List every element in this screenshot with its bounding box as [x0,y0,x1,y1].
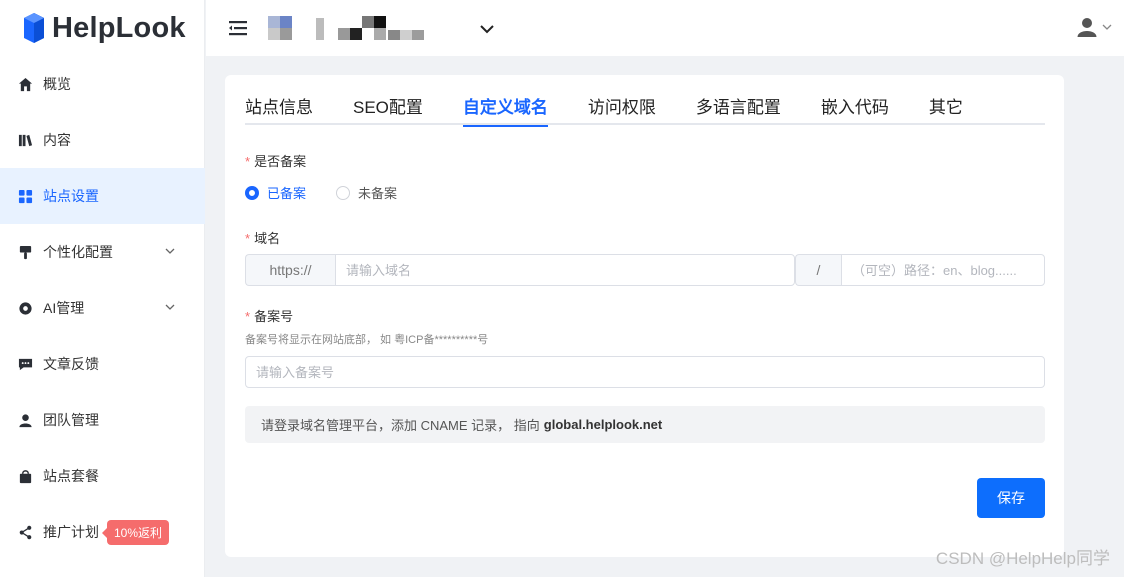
user-avatar-icon [1077,18,1097,37]
required-mark: * [245,154,251,169]
sidebar-item-label: 站点套餐 [43,468,99,484]
filing-label: * 是否备案 [245,154,307,169]
chevron-down-icon [1102,24,1112,30]
tab-site-info[interactable]: 站点信息 [245,75,313,125]
ai-icon [17,300,33,316]
sidebar-item-label: 文章反馈 [43,356,99,372]
user-icon [17,412,33,428]
protocol-prefix: https:// [245,254,335,286]
sidebar-item-label: AI管理 [43,300,85,316]
user-menu[interactable] [1076,16,1112,38]
settings-card: 站点信息 SEO配置 自定义域名 访问权限 多语言配置 嵌入代码 其它 * 是否备… [225,75,1064,557]
path-input[interactable] [841,254,1045,286]
bag-icon [17,468,33,484]
icp-input[interactable] [245,356,1045,388]
sidebar-item-label: 内容 [43,132,71,148]
sidebar-item-label: 站点设置 [43,188,99,204]
brand-name: HelpLook [52,11,186,44]
site-selector-blurred[interactable] [268,16,428,42]
sidebar-item-label: 团队管理 [43,412,99,428]
sidebar-item-team-management[interactable]: 团队管理 [0,392,205,448]
tab-multilingual[interactable]: 多语言配置 [696,75,781,125]
path-separator: / [795,254,841,286]
sidebar-item-site-settings[interactable]: 站点设置 [0,168,205,224]
sidebar-item-label: 推广计划 [43,524,99,540]
icp-hint: 备案号将显示在网站底部， 如 粤ICP备**********号 [245,334,489,346]
chevron-down-icon [165,304,175,310]
sidebar-item-label: 概览 [43,76,71,92]
grid-icon [17,188,33,204]
tab-seo[interactable]: SEO配置 [353,75,423,125]
sidebar-item-site-plan[interactable]: 站点套餐 [0,448,205,504]
settings-tabs: 站点信息 SEO配置 自定义域名 访问权限 多语言配置 嵌入代码 其它 [245,75,1045,127]
cname-target: global.helplook.net [543,417,663,432]
radio-unchecked-icon [336,185,351,200]
radio-filed[interactable]: 已备案 [245,183,306,202]
top-header [206,0,1124,56]
sidebar-item-overview[interactable]: 概览 [0,56,205,112]
sidebar-item-referral[interactable]: 推广计划 10%返利 [0,504,205,560]
menu-collapse-icon[interactable] [228,18,248,38]
required-mark: * [245,231,251,246]
share-icon [17,524,33,540]
tab-custom-domain[interactable]: 自定义域名 [462,75,548,127]
brand[interactable]: HelpLook [0,0,204,56]
radio-checked-icon [245,185,259,200]
helplook-logo-icon [24,13,44,43]
watermark: CSDN @HelpHelp同学 [935,549,1110,568]
sidebar-item-label: 个性化配置 [43,244,113,260]
book-icon [17,132,33,148]
domain-input[interactable] [335,254,795,286]
referral-badge: 10%返利 [101,519,170,545]
required-mark: * [245,309,251,324]
save-button[interactable]: 保存 [977,478,1045,518]
sidebar-item-content[interactable]: 内容 [0,112,205,168]
icp-label: * 备案号 [245,309,294,324]
sidebar-item-personalization[interactable]: 个性化配置 [0,224,205,280]
domain-label: * 域名 [245,231,281,246]
comment-icon [17,356,33,372]
cname-notice: 请登录域名管理平台，添加 CNAME 记录， 指向 global.helploo… [245,406,1045,443]
sidebar-item-ai-management[interactable]: AI管理 [0,280,205,336]
tab-other[interactable]: 其它 [929,75,963,125]
brush-icon [17,244,33,260]
home-icon [17,76,33,92]
filing-radio-group: 已备案 未备案 [245,183,427,202]
site-dropdown-chevron-icon[interactable] [478,20,496,38]
sidebar-item-article-feedback[interactable]: 文章反馈 [0,336,205,392]
sidebar: HelpLook 概览 内容 站点设置 个性化配置 AI管理 文章反馈 团队管理… [0,0,205,577]
tab-embed-code[interactable]: 嵌入代码 [821,75,889,125]
radio-unfiled[interactable]: 未备案 [336,183,397,202]
domain-input-group: https:// / [245,254,1045,286]
chevron-down-icon [165,248,175,254]
tab-access[interactable]: 访问权限 [588,75,656,125]
